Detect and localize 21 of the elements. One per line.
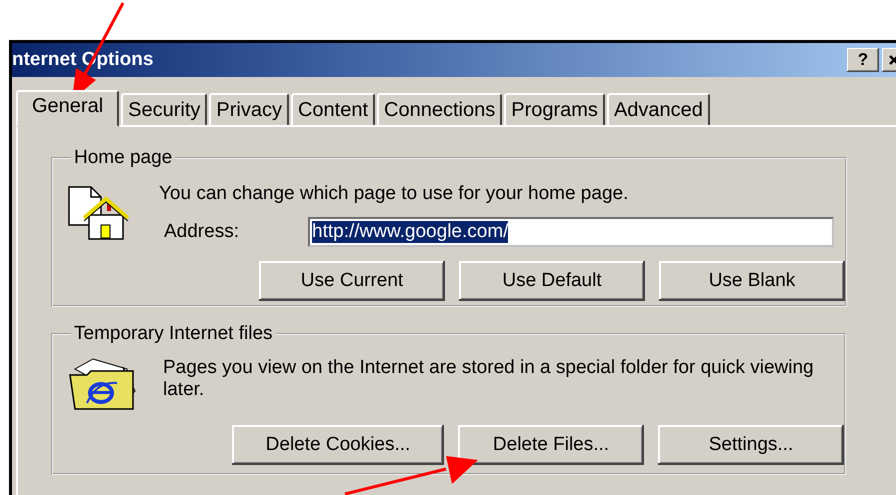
tab[interactable]: Connections bbox=[377, 93, 502, 125]
group-label: Temporary Internet files bbox=[73, 323, 274, 345]
description-text: You can change which page to use for your home page. bbox=[159, 183, 630, 205]
description-text: Pages you view on the Internet are stored in a special folder for quick viewing later. bbox=[163, 357, 815, 402]
help-button[interactable]: ? bbox=[847, 48, 879, 72]
tab[interactable]: Advanced bbox=[606, 93, 710, 125]
dialog-button[interactable]: Settings... bbox=[658, 425, 844, 465]
dialog-button[interactable]: Delete Cookies... bbox=[232, 425, 444, 465]
dialog-button[interactable]: Use Default bbox=[459, 261, 645, 301]
tab[interactable]: General bbox=[16, 90, 120, 127]
tab[interactable]: Programs bbox=[504, 93, 605, 125]
house-document-icon bbox=[67, 185, 131, 241]
tab[interactable]: Privacy bbox=[209, 93, 289, 125]
address-field[interactable]: http://www.google.com/ bbox=[308, 217, 834, 247]
dialog-button[interactable]: Use Current bbox=[259, 261, 445, 301]
dialog-button[interactable]: Delete Files... bbox=[458, 425, 644, 465]
group-label: Home page bbox=[73, 147, 174, 169]
address-label: Address: bbox=[163, 221, 240, 243]
tab[interactable]: Content bbox=[290, 93, 376, 125]
dialog-button[interactable]: Use Blank bbox=[659, 261, 845, 301]
tab[interactable]: Security bbox=[121, 93, 208, 125]
